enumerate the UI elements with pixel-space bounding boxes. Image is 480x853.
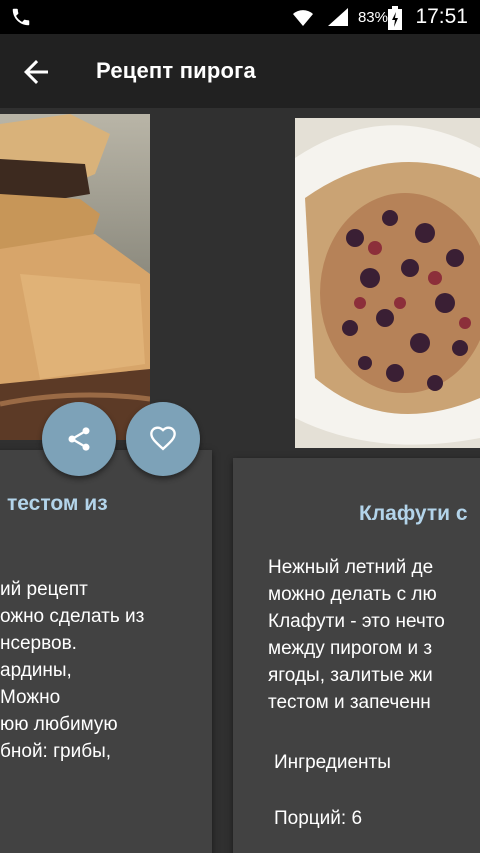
description-line: ардины, xyxy=(0,660,72,681)
share-button[interactable] xyxy=(42,402,116,476)
battery-percent: 83% xyxy=(357,9,388,26)
description-line: нсервов. xyxy=(0,633,77,654)
recipe-card-right[interactable]: Клафути с Нежный летний де можно делать … xyxy=(233,458,480,853)
description-line: Можно xyxy=(0,687,61,708)
description-line: ягоды, залитые жи xyxy=(268,665,433,686)
like-button[interactable] xyxy=(126,402,200,476)
recipe-title: тестом из xyxy=(7,492,108,515)
description-line: Нежный летний де xyxy=(268,557,434,578)
recipe-pager[interactable]: тестом из ий рецепт ожно сделать из нсер… xyxy=(0,108,480,853)
heart-icon xyxy=(150,426,176,451)
ingredients-label[interactable]: Ингредиенты xyxy=(274,752,391,774)
description-line: Клафути - это нечто xyxy=(268,611,445,632)
wifi-icon xyxy=(293,10,313,26)
status-bar: 83% 17:51 xyxy=(0,0,480,34)
phone-icon xyxy=(12,8,30,26)
clafoutis-photo xyxy=(295,118,480,448)
page-title: Рецепт пирога xyxy=(96,58,256,83)
description-line: ий рецепт xyxy=(0,579,88,600)
share-icon xyxy=(68,427,90,451)
app-bar: Рецепт пирога xyxy=(0,34,480,108)
status-time: 17:51 xyxy=(415,5,468,28)
recipe-card-left[interactable]: тестом из ий рецепт ожно сделать из нсер… xyxy=(0,450,212,853)
description-line: тестом и запеченн xyxy=(268,692,431,713)
arrow-back-icon xyxy=(24,60,48,84)
recipe-title: Клафути с xyxy=(359,502,468,525)
back-button[interactable] xyxy=(18,54,54,90)
signal-icon xyxy=(328,8,348,26)
description-line: бной: грибы, xyxy=(0,741,112,762)
description-line: ожно сделать из xyxy=(0,606,145,627)
description-line: можно делать с лю xyxy=(268,584,437,605)
servings-label: Порций: 6 xyxy=(274,808,363,829)
battery-icon xyxy=(388,6,402,30)
description-line: юю любимую xyxy=(0,714,118,735)
pie-photo xyxy=(0,114,150,440)
description-line: между пирогом и з xyxy=(268,638,433,659)
